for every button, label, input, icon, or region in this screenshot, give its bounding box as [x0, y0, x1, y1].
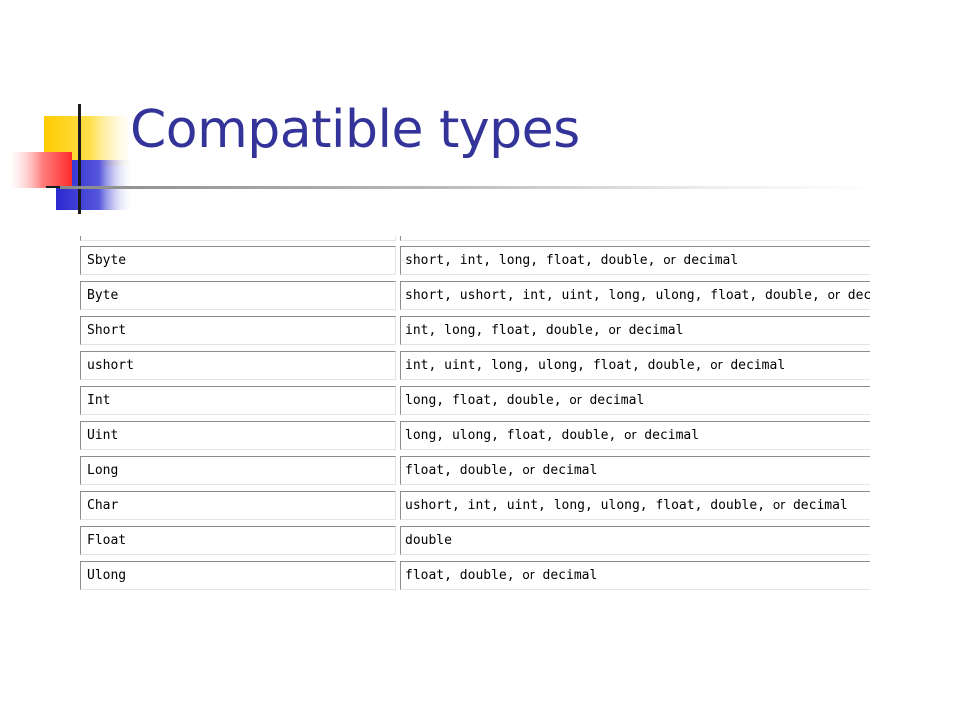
compatible-list-text: int, long, float, double, [405, 323, 609, 338]
table-body: Sbyte short, int, long, float, double, or… [78, 244, 870, 594]
compatible-list-text: long, float, double, [405, 393, 570, 408]
compatible-last-type: decimal [534, 568, 598, 583]
compatible-types-table: Sbyte short, int, long, float, double, or… [78, 236, 870, 600]
compatible-last-type: decimal [722, 358, 786, 373]
table-row: Char ushort, int, uint, long, ulong, floa… [78, 489, 870, 524]
compatible-types-cell: double [400, 526, 870, 555]
compatible-types-cell: float, double, or decimal [400, 561, 870, 590]
compatible-list-text: float, double, [405, 463, 523, 478]
compatible-types-cell: long, float, double, or decimal [400, 386, 870, 415]
compatible-list-text: long, ulong, float, double, [405, 428, 625, 443]
title-underline [60, 186, 880, 189]
compatible-list-text: double [405, 533, 452, 548]
compatible-list-text: short, int, long, float, double, [405, 253, 664, 268]
table-header-cell-type [80, 236, 396, 241]
table-row: Ulong float, double, or decimal [78, 559, 870, 594]
type-cell: Uint [80, 421, 396, 450]
type-cell: Int [80, 386, 396, 415]
or-conjunction: or [624, 428, 637, 442]
type-cell: Char [80, 491, 396, 520]
or-conjunction: or [522, 463, 535, 477]
compatible-list-text: int, uint, long, ulong, float, double, [405, 358, 711, 373]
compatible-list-text: short, ushort, int, uint, long, ulong, f… [405, 288, 828, 303]
type-cell: Float [80, 526, 396, 555]
or-conjunction: or [772, 498, 786, 512]
type-cell: Sbyte [80, 246, 396, 275]
compatible-types-cell: short, ushort, int, uint, long, ulong, f… [400, 281, 870, 310]
type-cell: Long [80, 456, 396, 485]
table-row: Float double [78, 524, 870, 559]
table-header-row-cropped [78, 236, 870, 244]
table-row: Long float, double, or decimal [78, 454, 870, 489]
compatible-last-type: decimal [847, 288, 870, 303]
deco-vertical-line [78, 104, 81, 214]
compatible-last-type: decimal [675, 253, 739, 268]
compatible-last-type: decimal [785, 498, 848, 513]
compatible-types-cell: int, long, float, double, or decimal [400, 316, 870, 345]
compatible-types-cell: int, uint, long, ulong, float, double, o… [400, 351, 870, 380]
type-cell: Short [80, 316, 396, 345]
compatible-last-type: decimal [620, 323, 684, 338]
or-conjunction: or [827, 288, 840, 302]
compatible-types-cell: float, double, or decimal [400, 456, 870, 485]
or-conjunction: or [522, 568, 535, 582]
or-conjunction: or [608, 323, 621, 337]
compatible-last-type: decimal [581, 393, 645, 408]
table-row: Sbyte short, int, long, float, double, or… [78, 244, 870, 279]
compatible-types-cell: long, ulong, float, double, or decimal [400, 421, 870, 450]
table-header-cell-compatible [400, 236, 870, 241]
compatible-last-type: decimal [534, 463, 598, 478]
type-cell: Byte [80, 281, 396, 310]
table-row: ushort int, uint, long, ulong, float, dou… [78, 349, 870, 384]
table-row: Uint long, ulong, float, double, or decim… [78, 419, 870, 454]
deco-red-square [12, 152, 72, 188]
table-row: Byte short, ushort, int, uint, long, ulon… [78, 279, 870, 314]
table-row: Int long, float, double, or decimal [78, 384, 870, 419]
compatible-types-cell: ushort, int, uint, long, ulong, float, d… [400, 491, 870, 520]
compatible-list-text: float, double, [405, 568, 523, 583]
compatible-list-text: ushort, int, uint, long, ulong, float, d… [405, 498, 773, 513]
compatible-last-type: decimal [636, 428, 700, 443]
compatible-types-cell: short, int, long, float, double, or deci… [400, 246, 870, 275]
or-conjunction: or [569, 393, 582, 407]
table-row: Short int, long, float, double, or decima… [78, 314, 870, 349]
or-conjunction: or [663, 253, 676, 267]
slide-title: Compatible types [130, 100, 580, 160]
type-cell: Ulong [80, 561, 396, 590]
type-cell: ushort [80, 351, 396, 380]
or-conjunction: or [710, 358, 723, 372]
